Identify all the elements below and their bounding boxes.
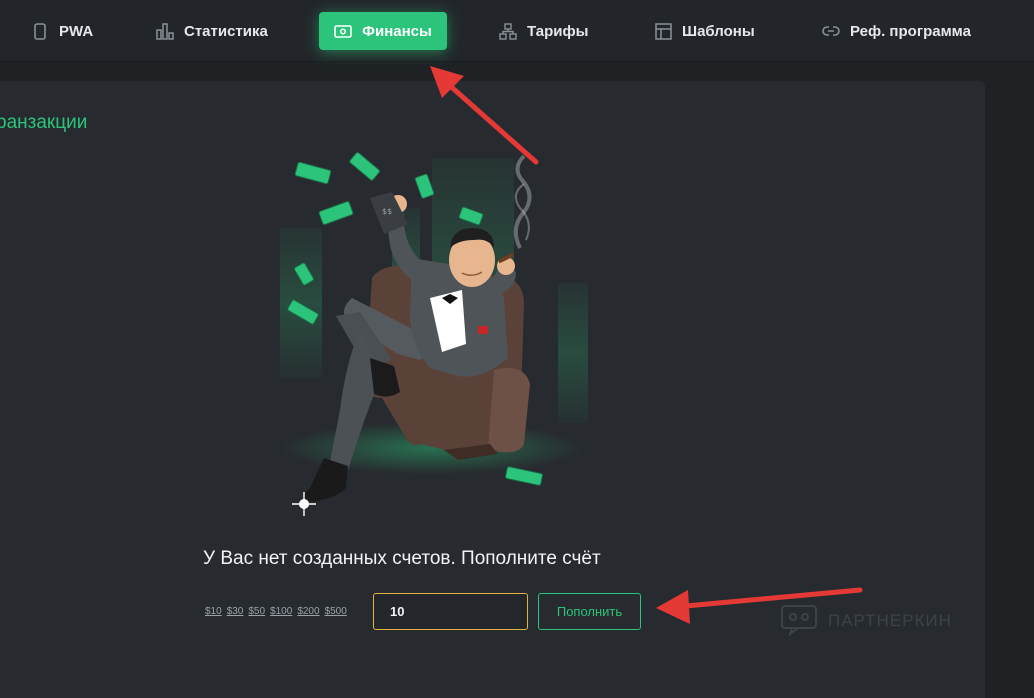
svg-text:$$: $$ <box>382 207 392 216</box>
phone-icon <box>31 22 49 40</box>
top-navigation: PWA Статистика Финансы Тарифы Шаблоны Ре… <box>0 0 1034 62</box>
quick-amount-200[interactable]: $200 <box>297 606 319 617</box>
nav-item-statistics[interactable]: Статистика <box>142 12 282 50</box>
nav-item-label: Шаблоны <box>682 22 755 40</box>
nav-item-templates[interactable]: Шаблоны <box>640 12 769 50</box>
nav-item-label: Статистика <box>184 22 268 40</box>
quick-amount-100[interactable]: $100 <box>270 606 292 617</box>
money-icon <box>334 22 352 40</box>
nav-item-pwa[interactable]: PWA <box>17 12 107 50</box>
nav-item-label: Финансы <box>362 22 432 40</box>
watermark-text: ПАРТНЕРКИН <box>828 611 952 630</box>
nav-item-label: Реф. программа <box>850 22 971 40</box>
amount-input[interactable] <box>373 593 528 630</box>
section-title: ранзакции <box>0 112 88 133</box>
template-icon <box>654 22 672 40</box>
quick-amount-50[interactable]: $50 <box>248 606 265 617</box>
quick-amount-30[interactable]: $30 <box>227 606 244 617</box>
hierarchy-icon <box>499 22 517 40</box>
nav-item-finance[interactable]: Финансы <box>319 12 447 50</box>
nav-item-label: Тарифы <box>527 22 589 40</box>
nav-item-tariffs[interactable]: Тарифы <box>485 12 602 50</box>
quick-amount-10[interactable]: $10 <box>205 606 222 617</box>
watermark-logo-icon <box>780 602 818 641</box>
link-icon <box>822 22 840 40</box>
quick-amount-500[interactable]: $500 <box>325 606 347 617</box>
nav-item-label: PWA <box>59 22 94 40</box>
empty-state-illustration: $$ <box>262 148 602 520</box>
nav-item-referral[interactable]: Реф. программа <box>808 12 985 50</box>
topup-button[interactable]: Пополнить <box>538 593 641 630</box>
quick-amount-links: $10 $30 $50 $100 $200 $500 <box>205 606 347 617</box>
watermark: ПАРТНЕРКИН <box>780 604 952 638</box>
bar-chart-icon <box>156 22 174 40</box>
